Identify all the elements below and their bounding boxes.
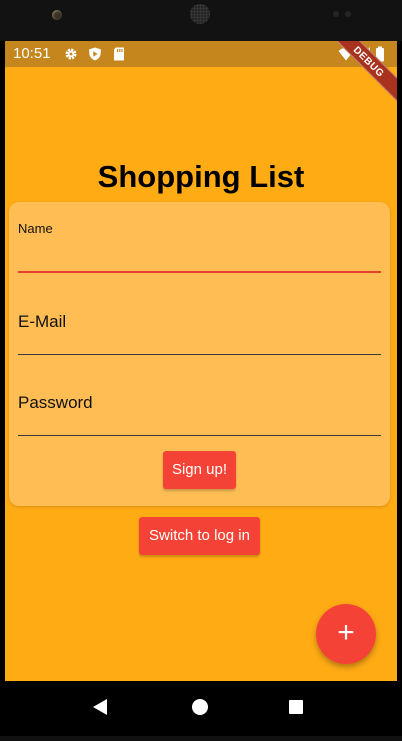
name-field[interactable]: Name xyxy=(18,221,381,273)
device-bezel-top xyxy=(0,0,402,41)
status-bar: 10:51 xyxy=(5,41,397,67)
front-camera xyxy=(52,10,62,20)
gear-icon xyxy=(65,48,77,60)
page-title: Shopping List xyxy=(97,159,305,194)
switch-to-login-button[interactable]: Switch to log in xyxy=(139,517,260,555)
signup-form-card: Name E-Mail Password Sign up! xyxy=(9,202,390,506)
device-bezel-bottom xyxy=(0,736,402,741)
status-time: 10:51 xyxy=(13,45,51,62)
app-screen: 10:51 DEBUG Shopping List Name E-Mail Pa… xyxy=(5,41,397,681)
system-nav-bar xyxy=(5,681,397,736)
back-icon[interactable] xyxy=(93,699,107,715)
proximity-sensor xyxy=(333,11,339,17)
earpiece-speaker xyxy=(190,4,210,24)
sd-card-icon xyxy=(114,47,124,61)
shield-play-icon xyxy=(89,47,101,61)
password-field-underline xyxy=(18,435,381,436)
home-icon[interactable] xyxy=(192,699,208,715)
password-field-label: Password xyxy=(18,393,93,412)
sign-up-button[interactable]: Sign up! xyxy=(163,451,236,489)
light-sensor xyxy=(345,11,351,17)
email-field-label: E-Mail xyxy=(18,312,67,331)
password-field[interactable]: Password xyxy=(18,383,381,436)
name-field-underline xyxy=(18,271,381,273)
name-field-label: Name xyxy=(18,221,53,236)
plus-icon: + xyxy=(337,616,355,649)
email-field[interactable]: E-Mail xyxy=(18,302,381,355)
add-fab-button[interactable]: + xyxy=(316,604,376,664)
email-field-underline xyxy=(18,354,381,355)
recents-icon[interactable] xyxy=(289,700,303,714)
